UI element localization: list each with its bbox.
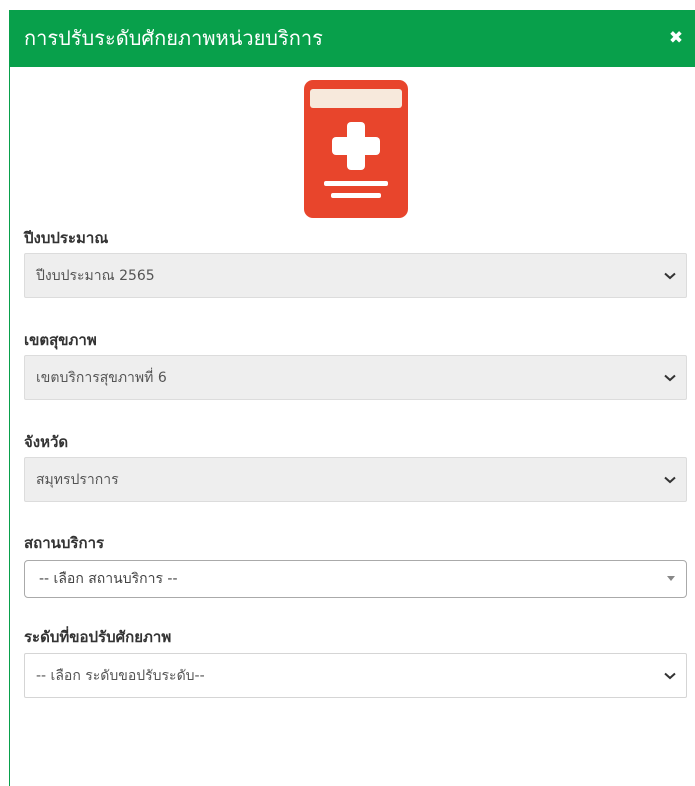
capability-level-select[interactable]: -- เลือก ระดับขอปรับระดับ-- [24, 653, 687, 698]
chevron-down-icon [664, 272, 676, 279]
budget-year-select[interactable]: ปีงบประมาณ 2565 [24, 253, 687, 298]
budget-year-label: ปีงบประมาณ [24, 229, 109, 247]
chevron-down-icon [664, 672, 676, 679]
capability-level-value: -- เลือก ระดับขอปรับระดับ-- [36, 667, 205, 684]
modal-title: การปรับระดับศักยภาพหน่วยบริการ [24, 26, 323, 50]
province-value: สมุทรปราการ [36, 471, 119, 488]
service-unit-label: สถานบริการ [24, 534, 105, 552]
service-unit-value: -- เลือก สถานบริการ -- [39, 571, 178, 587]
health-region-label: เขตสุขภาพ [24, 331, 97, 349]
chevron-down-icon [664, 476, 676, 483]
close-icon[interactable]: ✖ [666, 28, 686, 48]
capability-level-label: ระดับที่ขอปรับศักยภาพ [24, 628, 172, 646]
province-select[interactable]: สมุทรปราการ [24, 457, 687, 502]
budget-year-value: ปีงบประมาณ 2565 [36, 267, 155, 284]
modal-dialog: การปรับระดับศักยภาพหน่วยบริการ ✖ ปีงบประ… [9, 10, 695, 786]
health-region-value: เขตบริการสุขภาพที่ 6 [36, 369, 167, 386]
health-region-select[interactable]: เขตบริการสุขภาพที่ 6 [24, 355, 687, 400]
modal-header: การปรับระดับศักยภาพหน่วยบริการ ✖ [10, 10, 695, 67]
medical-book-icon [304, 80, 408, 218]
province-label: จังหวัด [24, 433, 69, 451]
chevron-down-icon [664, 374, 676, 381]
service-unit-select[interactable]: -- เลือก สถานบริการ -- [24, 560, 687, 598]
caret-down-icon [667, 576, 675, 581]
